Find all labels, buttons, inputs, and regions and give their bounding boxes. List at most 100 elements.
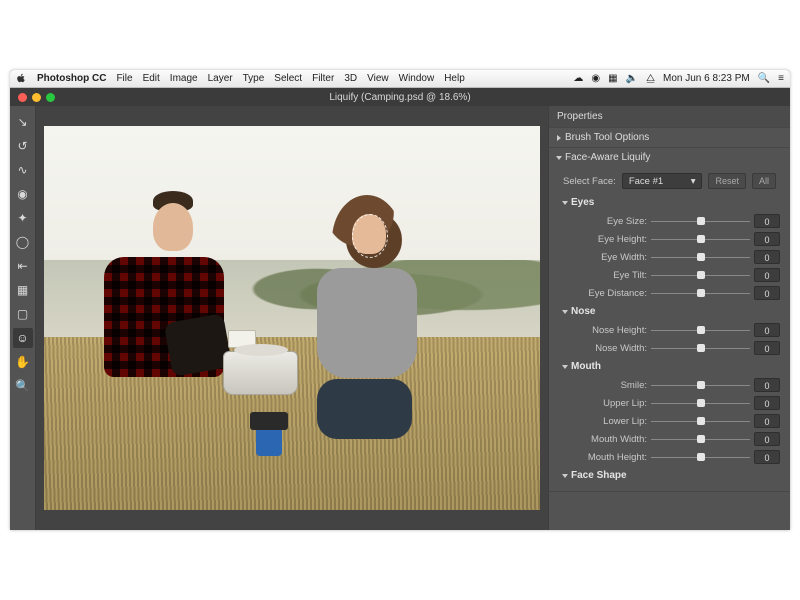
wifi-icon[interactable]: ⧋ xyxy=(646,73,655,84)
slider-value-input[interactable]: 0 xyxy=(754,341,780,355)
slider-value-input[interactable]: 0 xyxy=(754,268,780,282)
macos-menubar: Photoshop CC File Edit Image Layer Type Selec… xyxy=(10,70,790,88)
eye-icon[interactable]: ◉ xyxy=(591,73,600,84)
slider-eye ditance[interactable] xyxy=(651,288,750,298)
menu-type[interactable]: Type xyxy=(243,73,265,84)
menu-file[interactable]: File xyxy=(116,73,132,84)
slider-label: Mouth Height: xyxy=(569,452,647,463)
reset-button[interactable]: Reset xyxy=(708,173,746,189)
tool-forward-warp[interactable]: ↘ xyxy=(13,112,33,132)
menu-layer[interactable]: Layer xyxy=(208,73,233,84)
all-button[interactable]: All xyxy=(752,173,776,189)
tool-zoom[interactable]: 🔍 xyxy=(13,376,33,396)
menu-select[interactable]: Select xyxy=(274,73,302,84)
menu-items: File Edit Image Layer Type Select Filter 3D View… xyxy=(116,73,464,84)
slider-label: Smile: xyxy=(569,380,647,391)
group-mouth-header[interactable]: Mouth xyxy=(553,357,786,376)
slider-eye width[interactable] xyxy=(651,252,750,262)
liquify-toolbox: ↘ ↺ ∿ ◉ ✦ ◯ ⇤ ▦ ▢ ☺ ✋ 🔍 xyxy=(10,106,36,530)
menu-image[interactable]: Image xyxy=(170,73,198,84)
slider-value-input[interactable]: 0 xyxy=(754,323,780,337)
flag-icon[interactable]: ▦ xyxy=(608,73,617,84)
properties-panel: Properties Brush Tool Options Face-Aware… xyxy=(548,106,790,530)
tool-push-left[interactable]: ⇤ xyxy=(13,256,33,276)
minimize-button[interactable] xyxy=(32,93,41,102)
chevron-down-icon xyxy=(562,201,568,205)
menu-filter[interactable]: Filter xyxy=(312,73,334,84)
volume-icon[interactable]: 🔈 xyxy=(626,73,638,84)
tool-freeze-mask[interactable]: ▦ xyxy=(13,280,33,300)
tool-thaw-mask[interactable]: ▢ xyxy=(13,304,33,324)
panel-scroll[interactable]: Brush Tool Options Face-Aware Liquify Se… xyxy=(549,128,790,530)
slider-value-input[interactable]: 0 xyxy=(754,378,780,392)
window-titlebar: Liquify (Camping.psd @ 18.6%) xyxy=(10,88,790,106)
panel-title: Properties xyxy=(549,106,790,128)
app-name-label: Photoshop CC xyxy=(37,73,106,84)
chevron-down-icon xyxy=(562,365,568,369)
slider-label: Eye Width: xyxy=(569,252,647,263)
chevron-right-icon xyxy=(557,135,561,141)
face-shape-label: Face Shape xyxy=(571,470,627,481)
chevron-down-icon xyxy=(556,156,562,160)
menubar-datetime: Mon Jun 6 8:23 PM xyxy=(663,73,750,84)
cloud-icon[interactable]: ☁︎ xyxy=(573,73,583,84)
slider-value-input[interactable]: 0 xyxy=(754,450,780,464)
slider-mouth width[interactable] xyxy=(651,434,750,444)
menu-help[interactable]: Help xyxy=(444,73,465,84)
slider-mouth height[interactable] xyxy=(651,452,750,462)
spotlight-icon[interactable]: 🔍 xyxy=(758,73,770,84)
slider-smile[interactable] xyxy=(651,380,750,390)
menu-3d[interactable]: 3D xyxy=(344,73,357,84)
slider-noe width[interactable] xyxy=(651,343,750,353)
slider-row: Upper Lip:0 xyxy=(553,394,786,412)
slider-label: Eye Tilt: xyxy=(569,270,647,281)
slider-value-input[interactable]: 0 xyxy=(754,396,780,410)
slider-label: Lower Lip: xyxy=(569,416,647,427)
close-button[interactable] xyxy=(18,93,27,102)
tool-pucker[interactable]: ✦ xyxy=(13,208,33,228)
slider-value-input[interactable]: 0 xyxy=(754,286,780,300)
slider-value-input[interactable]: 0 xyxy=(754,232,780,246)
face-shape-header[interactable]: Face Shape xyxy=(553,466,786,485)
zoom-button[interactable] xyxy=(46,93,55,102)
menu-view[interactable]: View xyxy=(367,73,389,84)
slider-label: Eye Size: xyxy=(569,216,647,227)
tool-reconstruct[interactable]: ↺ xyxy=(13,136,33,156)
menu-window[interactable]: Window xyxy=(399,73,435,84)
slider-row: Eye Distance: 0 xyxy=(553,284,786,302)
chevron-down-icon: ▾ xyxy=(691,176,696,187)
brush-tool-options-label: Brush Tool Options xyxy=(565,132,649,143)
slider-eye size[interactable] xyxy=(651,216,750,226)
tool-face[interactable]: ☺ xyxy=(13,328,33,348)
window-title: Liquify (Camping.psd @ 18.6%) xyxy=(10,92,790,103)
slider-label: Eye Distance: xyxy=(569,288,647,299)
slider-value-input[interactable]: 0 xyxy=(754,250,780,264)
slider-value-input[interactable]: 0 xyxy=(754,432,780,446)
slider-eye tilt[interactable] xyxy=(651,270,750,280)
apple-icon[interactable] xyxy=(16,73,27,84)
slider-row: Lower Lip: 0 xyxy=(553,412,786,430)
group-label: Mouth xyxy=(571,361,601,372)
slider-lower lip[interactable] xyxy=(651,416,750,426)
chevron-down-icon xyxy=(562,310,568,314)
slider-value-input[interactable]: 0 xyxy=(754,214,780,228)
tool-smooth[interactable]: ∿ xyxy=(13,160,33,180)
group-eyes-header[interactable]: Eyes xyxy=(553,193,786,212)
tool-twirl[interactable]: ◉ xyxy=(13,184,33,204)
face-aware-liquify-header[interactable]: Face-Aware Liquify xyxy=(549,148,790,167)
slider-noe height[interactable] xyxy=(651,325,750,335)
notification-icon[interactable]: ≡ xyxy=(778,73,784,84)
chevron-down-icon xyxy=(562,474,568,478)
brush-tool-options-header[interactable]: Brush Tool Options xyxy=(549,128,790,147)
document-canvas[interactable] xyxy=(44,126,540,510)
slider-eye height[interactable] xyxy=(651,234,750,244)
group-nose-header[interactable]: Nose xyxy=(553,302,786,321)
select-face-dropdown[interactable]: Face #1 ▾ xyxy=(622,173,703,189)
slider-value-input[interactable]: 0 xyxy=(754,414,780,428)
traffic-lights xyxy=(10,93,55,102)
tool-bloat[interactable]: ◯ xyxy=(13,232,33,252)
tool-hand[interactable]: ✋ xyxy=(13,352,33,372)
menu-edit[interactable]: Edit xyxy=(143,73,160,84)
slider-upper lip[interactable] xyxy=(651,398,750,408)
slider-row: Nose Width:0 xyxy=(553,339,786,357)
